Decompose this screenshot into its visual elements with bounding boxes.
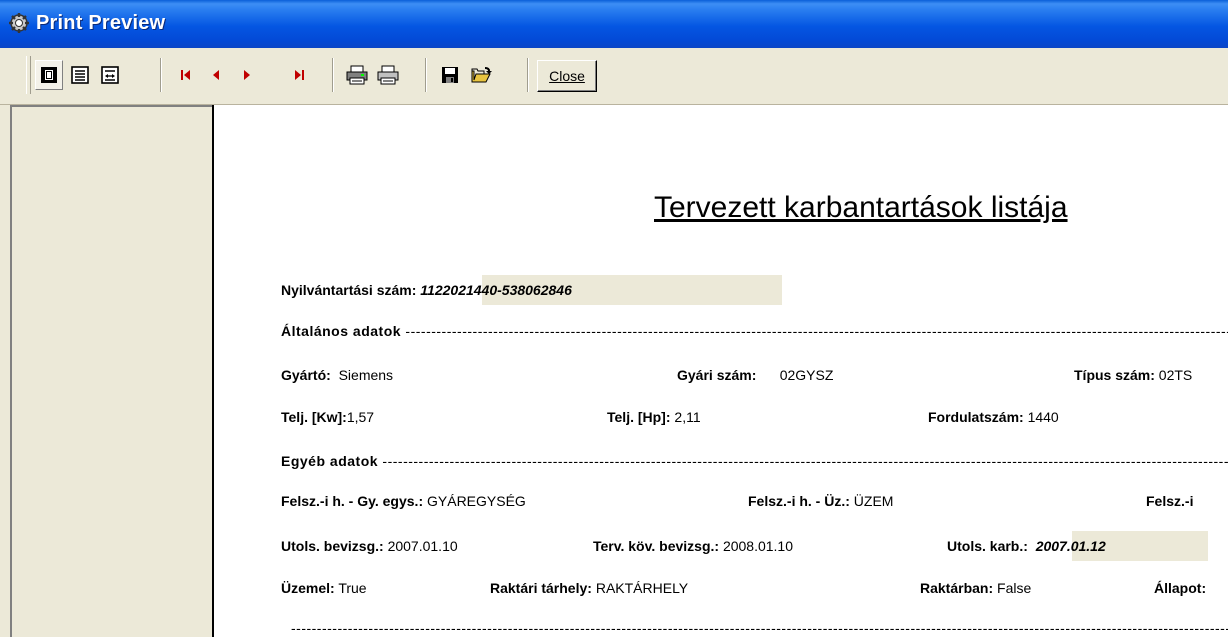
reg-number-row: Nyilvántartási szám: 1122021440-53806284… bbox=[281, 282, 572, 298]
other-data-header: Egyéb adatok ---------------------------… bbox=[281, 453, 1228, 469]
last-maintenance-field: Utols. karb.: 2007.01.12 bbox=[947, 538, 1106, 554]
first-page-button[interactable] bbox=[172, 60, 200, 90]
unit-field: Felsz.-i h. - Gy. egys.: GYÁREGYSÉG bbox=[281, 493, 526, 509]
previous-page-button[interactable] bbox=[202, 60, 230, 90]
in-stock-field: Raktárban: False bbox=[920, 580, 1032, 596]
last-page-icon bbox=[295, 70, 304, 80]
toolbar-separator bbox=[425, 58, 427, 92]
window-title: Print Preview bbox=[36, 12, 166, 34]
print-setup-button[interactable] bbox=[343, 60, 371, 90]
close-button[interactable]: Close bbox=[537, 60, 597, 92]
gear-icon bbox=[9, 13, 29, 33]
close-button-label: Close bbox=[549, 68, 585, 84]
plant-field: Felsz.-i h. - Üz.: ÜZEM bbox=[748, 493, 894, 509]
rpm-field: Fordulatszám: 1440 bbox=[928, 409, 1059, 425]
general-data-header: Általános adatok -----------------------… bbox=[281, 323, 1228, 339]
title-bar[interactable]: Print Preview bbox=[0, 0, 1228, 48]
report-page: Tervezett karbantartások listája Nyilván… bbox=[214, 105, 1228, 637]
previous-icon bbox=[213, 70, 219, 80]
manufacturer-field: Gyártó: Siemens bbox=[281, 367, 394, 383]
toolbar: Close bbox=[0, 48, 1228, 105]
operating-field: Üzemel: True bbox=[281, 580, 367, 596]
preview-side-panel bbox=[10, 105, 212, 637]
full-page-view-button[interactable] bbox=[66, 60, 94, 90]
page-width-view-button[interactable] bbox=[96, 60, 124, 90]
printer-icon bbox=[377, 65, 399, 85]
next-icon bbox=[244, 70, 250, 80]
last-page-button[interactable] bbox=[285, 60, 313, 90]
one-page-icon bbox=[41, 67, 57, 83]
reg-number-value: 1122021440-538062846 bbox=[420, 282, 572, 298]
page-width-icon bbox=[101, 66, 119, 84]
reg-number-label: Nyilvántartási szám: bbox=[281, 282, 417, 298]
open-folder-icon bbox=[471, 67, 492, 83]
power-kw-field: Telj. [Kw]:1,57 bbox=[281, 409, 375, 425]
print-button[interactable] bbox=[374, 60, 402, 90]
serial-number-field: Gyári szám: 02GYSZ bbox=[677, 367, 834, 383]
page-lines-icon bbox=[71, 66, 89, 84]
toolbar-grip[interactable] bbox=[26, 56, 31, 94]
floppy-disk-icon bbox=[442, 67, 458, 83]
bottom-divider: ----------------------------------------… bbox=[291, 620, 1228, 636]
save-button[interactable] bbox=[436, 60, 464, 90]
one-page-view-button[interactable] bbox=[35, 60, 63, 90]
next-inspection-field: Terv. köv. bevizsg.: 2008.01.10 bbox=[593, 538, 794, 554]
report-title: Tervezett karbantartások listája bbox=[654, 191, 1068, 224]
open-button[interactable] bbox=[468, 60, 496, 90]
type-number-field: Típus szám: 02TS bbox=[1074, 367, 1193, 383]
printer-setup-icon bbox=[346, 65, 368, 85]
power-hp-field: Telj. [Hp]: 2,11 bbox=[607, 409, 701, 425]
last-inspection-field: Utols. bevizsg.: 2007.01.10 bbox=[281, 538, 458, 554]
toolbar-separator bbox=[332, 58, 334, 92]
next-page-button[interactable] bbox=[233, 60, 261, 90]
status-cut-field: Állapot: bbox=[1154, 580, 1207, 596]
toolbar-separator bbox=[160, 58, 162, 92]
toolbar-separator bbox=[527, 58, 529, 92]
first-page-icon bbox=[181, 70, 190, 80]
felsz-cut-field: Felsz.-i bbox=[1146, 493, 1194, 509]
storage-location-field: Raktári tárhely: RAKTÁRHELY bbox=[490, 580, 689, 596]
